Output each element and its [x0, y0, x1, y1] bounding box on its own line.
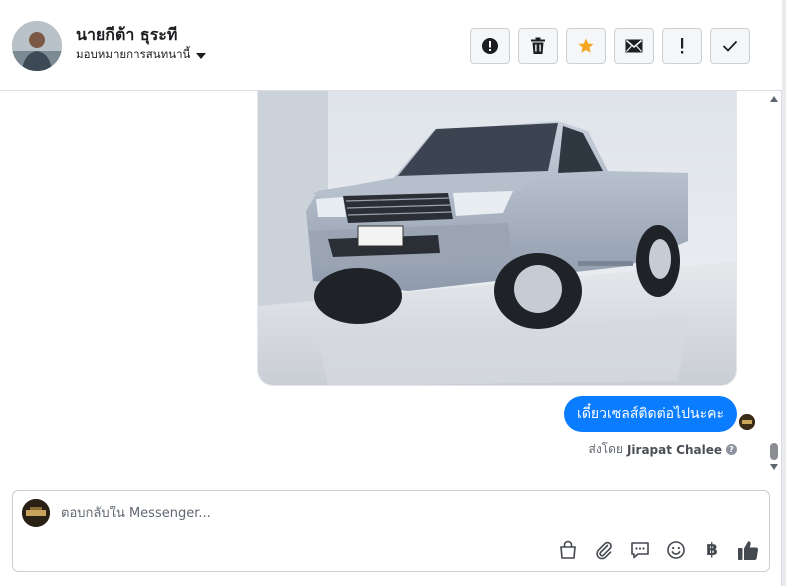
star-button[interactable] [566, 28, 606, 64]
assign-label: มอบหมายการสนทนานี้ [76, 47, 191, 61]
message-thread[interactable]: เดี๋ยวเซลส์ติดต่อไปนะคะ ส่งโดย Jirapat C… [0, 91, 782, 480]
mark-done-button[interactable] [710, 28, 750, 64]
emoji-button[interactable] [664, 538, 688, 562]
baht-icon: ฿ [706, 540, 718, 560]
thread-scrollbar[interactable] [766, 91, 782, 480]
smiley-icon [667, 541, 685, 559]
scroll-up-arrow-icon[interactable] [770, 96, 778, 102]
saved-replies-button[interactable] [628, 538, 652, 562]
alert-circle-icon [482, 38, 498, 54]
outgoing-message-bubble[interactable]: เดี๋ยวเซลส์ติดต่อไปนะคะ [564, 396, 737, 432]
contact-name[interactable]: นายกีต้า ธุระที [76, 23, 177, 48]
envelope-icon [625, 39, 643, 53]
scrollbar-thumb[interactable] [770, 443, 778, 460]
conversation-header: นายกีต้า ธุระที มอบหมายการสนทนานี้ [0, 0, 782, 91]
star-icon [578, 38, 594, 53]
attach-button[interactable] [592, 538, 616, 562]
sender-avatar [739, 414, 755, 430]
check-icon [722, 40, 738, 52]
attached-photo[interactable] [257, 91, 737, 386]
sent-by-prefix: ส่งโดย [588, 442, 623, 456]
sender-name: Jirapat Chalee [626, 442, 722, 457]
mark-unread-button[interactable] [614, 28, 654, 64]
paperclip-icon [596, 541, 612, 560]
chat-bubble-icon [631, 542, 649, 559]
follow-up-button[interactable] [662, 28, 702, 64]
scroll-down-arrow-icon[interactable] [770, 464, 778, 470]
header-actions [470, 28, 750, 64]
conversation-panel: นายกีต้า ธุระที มอบหมายการสนทนานี้ เดี๋ย… [0, 0, 782, 586]
like-button[interactable] [736, 538, 760, 562]
help-icon[interactable]: ? [726, 444, 737, 455]
exclamation-icon [681, 38, 684, 54]
thumbs-up-icon [738, 541, 759, 560]
sent-by-line: ส่งโดย Jirapat Chalee ? [588, 440, 737, 459]
caret-down-icon [196, 53, 207, 59]
payment-button[interactable]: ฿ [700, 538, 724, 562]
reply-input[interactable] [61, 506, 661, 521]
contact-avatar[interactable] [12, 21, 62, 71]
shopping-bag-icon [560, 540, 576, 559]
assign-conversation-dropdown[interactable]: มอบหมายการสนทนานี้ [76, 46, 207, 64]
composer-toolbar: ฿ [556, 538, 760, 562]
page-avatar [22, 499, 50, 527]
trash-icon [531, 37, 545, 54]
spam-button[interactable] [470, 28, 510, 64]
reply-composer: ฿ [12, 490, 770, 572]
pickup-truck-image [258, 91, 736, 385]
delete-button[interactable] [518, 28, 558, 64]
shop-bag-button[interactable] [556, 538, 580, 562]
